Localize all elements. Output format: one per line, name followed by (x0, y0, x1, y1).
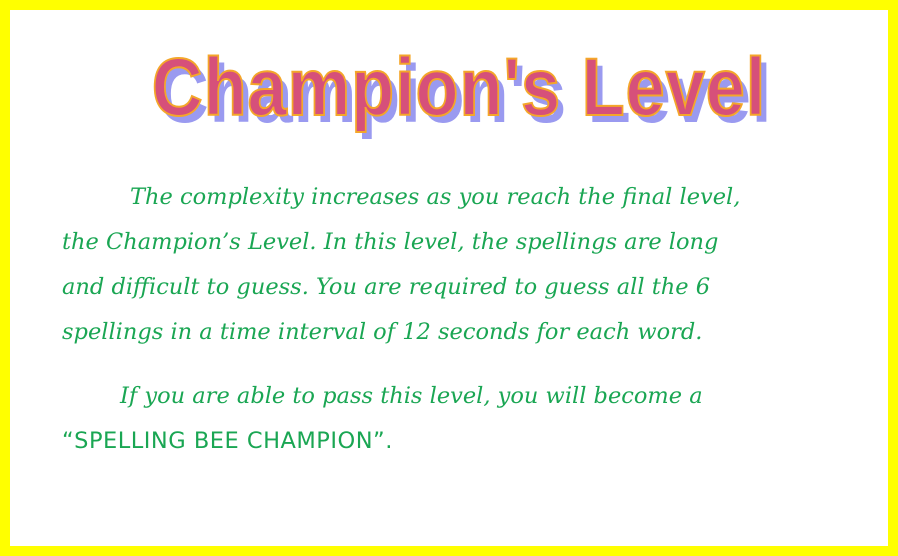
paragraph-line: spellings in a time interval of 12 secon… (62, 319, 703, 345)
page-frame: Champion's Level The complexity increase… (0, 0, 898, 556)
paragraph-line: If you are able to pass this level, you … (120, 383, 703, 409)
paragraph-line: the Champion’s Level. In this level, the… (62, 229, 719, 255)
paragraph-line: The complexity increases as you reach th… (130, 184, 741, 210)
description-paragraph: The complexity increases as you reach th… (62, 175, 882, 355)
champion-paragraph: If you are able to pass this level, you … (62, 374, 882, 464)
page-title: Champion's Level (151, 41, 767, 134)
paragraph-line: and difficult to guess. You are required… (62, 274, 711, 300)
champion-title-text: “SPELLING BEE CHAMPION”. (62, 428, 393, 454)
